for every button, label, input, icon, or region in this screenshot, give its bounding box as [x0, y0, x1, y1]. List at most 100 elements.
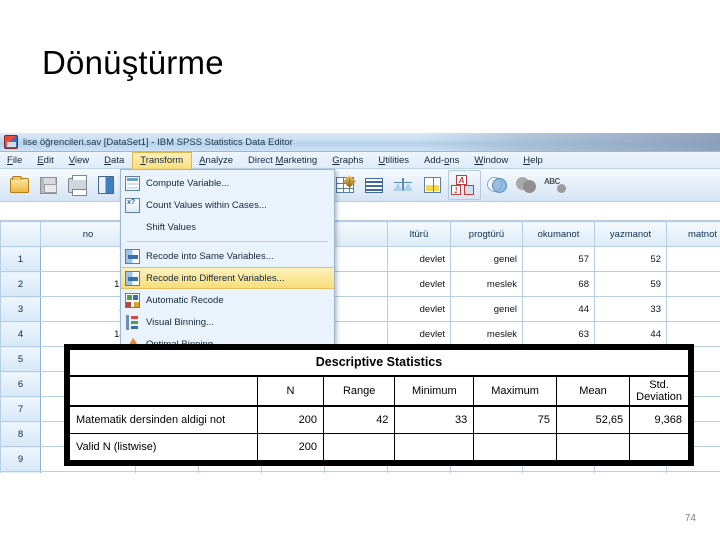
cell-okulturu[interactable]: devlet	[387, 296, 451, 322]
save-file-icon[interactable]	[35, 172, 61, 198]
spss-window-title: lise öğrencileri.sav [DataSet1] - IBM SP…	[23, 136, 293, 148]
cell-matnot[interactable]: 53	[666, 271, 720, 297]
descriptives-header-maximum: Maximum	[473, 375, 557, 407]
menu-item-help[interactable]: Help	[516, 152, 551, 169]
cell-okumanot[interactable]: 57	[522, 246, 595, 272]
cell-progturu[interactable]: meslek	[450, 271, 523, 297]
menu-item-utilities[interactable]: Utilities	[371, 152, 417, 169]
spss-toolbar[interactable]: A1 ABC	[0, 169, 720, 202]
cell-matnot[interactable]: 41	[666, 246, 720, 272]
descriptives-header-mean: Mean	[555, 375, 631, 407]
menu-item-transform[interactable]: Transform	[132, 151, 193, 169]
column-header-progturu[interactable]: progtürü	[450, 221, 523, 247]
split-file-icon[interactable]	[361, 172, 387, 198]
menu-item-view[interactable]: View	[62, 152, 97, 169]
menu-option-compute-variable[interactable]: Compute Variable...	[121, 172, 334, 194]
menu-item-file[interactable]: FFileile	[0, 152, 30, 169]
menu-option-count-values[interactable]: Count Values within Cases...	[121, 194, 334, 216]
menu-item-data[interactable]: Data	[97, 152, 132, 169]
descriptives-mean: 52,65	[555, 405, 631, 434]
menu-item-edit[interactable]: Edit	[30, 152, 61, 169]
table-row[interactable]: 4 141 devlet meslek 63 44 47 53	[0, 321, 720, 347]
menu-item-graphs[interactable]: Graphs	[325, 152, 371, 169]
recall-dialogs-icon[interactable]	[93, 172, 119, 198]
value-labels-icon[interactable]: A1	[450, 172, 476, 198]
cell-c3[interactable]	[261, 471, 325, 473]
menu-option-recode-same-variables[interactable]: Recode into Same Variables...	[121, 245, 334, 267]
cell-okumanot[interactable]: 68	[522, 271, 595, 297]
column-header-okulturu[interactable]: ltürü	[387, 221, 451, 247]
cell-matnot[interactable]: 47	[666, 321, 720, 347]
row-number[interactable]: 10	[0, 471, 41, 473]
row-number[interactable]: 4	[0, 321, 41, 347]
row-number[interactable]: 7	[0, 396, 41, 422]
open-file-icon[interactable]	[6, 172, 32, 198]
descriptive-statistics-table: Descriptive Statistics N Range Minimum M…	[64, 344, 694, 466]
menu-option-visual-binning[interactable]: Visual Binning...	[121, 311, 334, 333]
row-number[interactable]: 2	[0, 271, 41, 297]
cell-yazmanot[interactable]: 33	[594, 296, 667, 322]
slide-canvas: Dönüştürme lise öğrencileri.sav [DataSet…	[0, 0, 720, 540]
cell-okulturu[interactable]: devlet	[387, 271, 451, 297]
row-number[interactable]: 6	[0, 371, 41, 397]
spell-check-icon[interactable]: ABC	[542, 172, 568, 198]
cell-matnot[interactable]: 54	[666, 296, 720, 322]
cell-okulturu[interactable]: devlet	[387, 246, 451, 272]
table-row[interactable]: 3 86 devlet genel 44 33 54 58	[0, 296, 720, 322]
row-number[interactable]: 5	[0, 346, 41, 372]
row-number[interactable]: 3	[0, 296, 41, 322]
use-variable-sets-icon[interactable]	[484, 172, 510, 198]
menu-item-direct-marketing[interactable]: Direct Marketing	[241, 152, 325, 169]
grid-corner-header[interactable]	[0, 221, 41, 247]
cell-okumanot[interactable]: 44	[522, 296, 595, 322]
cell-c1[interactable]	[135, 471, 199, 473]
menu-item-analyze[interactable]: Analyze	[192, 152, 241, 169]
descriptives-title-row: Descriptive Statistics	[69, 349, 689, 377]
menu-option-shift-values[interactable]: Shift Values	[121, 216, 334, 238]
cell-okumanot[interactable]: 63	[522, 321, 595, 347]
table-row[interactable]: 1 70 devlet genel 57 52 41 47	[0, 246, 720, 272]
descriptives-maximum: 75	[473, 405, 557, 434]
cell-progturu[interactable]: genel	[450, 296, 523, 322]
cell-yazmanot[interactable]: 59	[594, 271, 667, 297]
cell-okulturu[interactable]	[387, 471, 451, 473]
weight-cases-icon[interactable]	[390, 172, 416, 198]
cell-yazmanot[interactable]: 52	[594, 246, 667, 272]
table-row[interactable]: 2 121 devlet meslek 68 59 53 63	[0, 271, 720, 297]
row-number[interactable]: 8	[0, 421, 41, 447]
menu-option-recode-different-variables[interactable]: Recode into Different Variables...	[121, 267, 334, 289]
spss-menu-bar[interactable]: FFileile Edit View Data Transform Analyz…	[0, 151, 720, 169]
cell-okulturu[interactable]: devlet	[387, 321, 451, 347]
menu-item-window[interactable]: Window	[467, 152, 516, 169]
table-row[interactable]: 10	[0, 471, 720, 473]
cell-yazmanot[interactable]	[594, 471, 667, 473]
cell-matnot[interactable]	[666, 471, 720, 473]
cell-okumanot[interactable]	[522, 471, 595, 473]
menu-option-label: Visual Binning...	[146, 316, 214, 328]
cell-no[interactable]	[40, 471, 136, 473]
menu-item-addons[interactable]: Add-ons	[417, 152, 467, 169]
menu-option-automatic-recode[interactable]: Automatic Recode	[121, 289, 334, 311]
insert-variable-icon[interactable]	[332, 172, 358, 198]
value-labels-group[interactable]: A1	[448, 170, 481, 200]
row-number[interactable]: 1	[0, 246, 41, 272]
column-header-okumanot[interactable]: okumanot	[522, 221, 595, 247]
cell-progturu[interactable]: meslek	[450, 321, 523, 347]
cell-progturu[interactable]	[450, 471, 523, 473]
cell-c4[interactable]	[324, 471, 388, 473]
cell-progturu[interactable]: genel	[450, 246, 523, 272]
descriptives-data-row: Matematik dersinden aldigi not 200 42 33…	[69, 405, 689, 434]
menu-option-label: Automatic Recode	[146, 294, 224, 306]
cell-yazmanot[interactable]: 44	[594, 321, 667, 347]
descriptives-header-n: N	[256, 375, 324, 407]
cell-reference-box[interactable]	[0, 202, 122, 220]
menu-separator	[127, 241, 328, 242]
select-cases-icon[interactable]	[419, 172, 445, 198]
column-header-matnot[interactable]: matnot	[666, 221, 720, 247]
descriptives-range	[322, 432, 396, 462]
column-header-yazmanot[interactable]: yazmanot	[594, 221, 667, 247]
cell-c2[interactable]	[198, 471, 262, 473]
print-icon[interactable]	[64, 172, 90, 198]
show-all-variables-icon[interactable]	[513, 172, 539, 198]
row-number[interactable]: 9	[0, 446, 41, 472]
